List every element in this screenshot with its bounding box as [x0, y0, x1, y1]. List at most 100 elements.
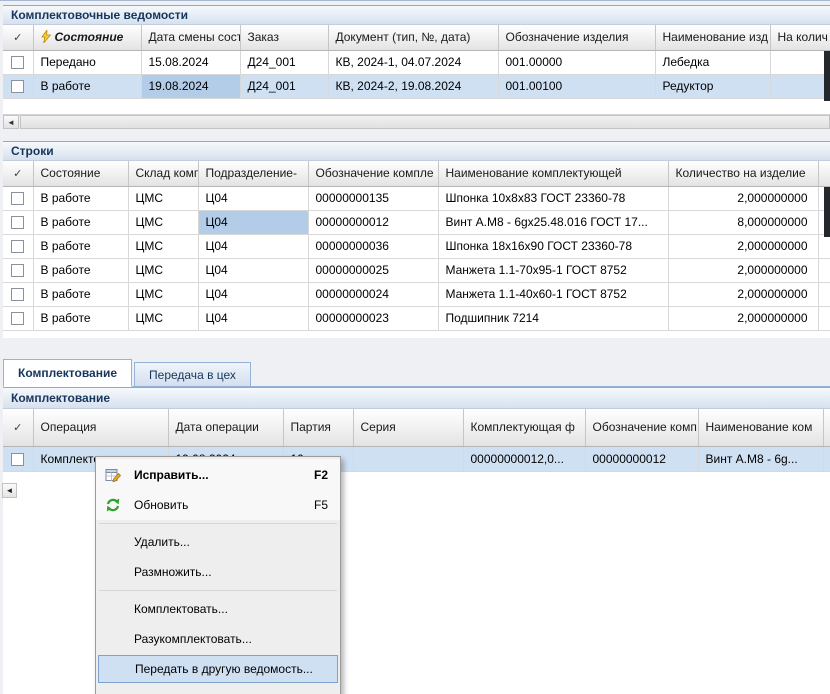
cell-name: Винт А.М8 - 6g... [698, 446, 823, 471]
col-extra[interactable] [818, 161, 830, 186]
cell-date-focused: 19.08.2024 [141, 74, 240, 98]
cell-qty: 2,000000000 [668, 282, 818, 306]
col-date[interactable]: Дата операции [168, 409, 283, 446]
col-code[interactable]: Обозначение комп [585, 409, 698, 446]
col-division[interactable]: Подразделение- [198, 161, 308, 186]
col-batch[interactable]: Партия [283, 409, 353, 446]
select-all-header[interactable]: ✓ [3, 161, 33, 186]
panel-picking-lists: Комплектовочные ведомости ✓ Состояние Да… [3, 5, 830, 129]
col-series[interactable]: Серия [353, 409, 463, 446]
table-row[interactable]: В работе ЦМС Ц04 00000000024 Манжета 1.1… [3, 282, 830, 306]
menu-item-label: Удалить... [134, 535, 190, 549]
col-operation[interactable]: Операция [33, 409, 168, 446]
menu-item-kit[interactable]: Комплектовать... [96, 594, 340, 624]
col-product-code[interactable]: Обозначение изделия [498, 25, 655, 50]
cell-product-name: Редуктор [655, 74, 770, 98]
row-checkbox[interactable] [11, 192, 24, 205]
col-order[interactable]: Заказ [240, 25, 328, 50]
row-checkbox[interactable] [11, 56, 24, 69]
cell-division: Ц04 [198, 306, 308, 330]
cell-extra [818, 258, 830, 282]
header-row: ✓ Операция Дата операции Партия Серия Ко… [3, 409, 830, 446]
select-all-header[interactable]: ✓ [3, 25, 33, 50]
cell-code: 00000000012 [585, 446, 698, 471]
cell-order: Д24_001 [240, 50, 328, 74]
cell-extra [818, 282, 830, 306]
cell-part: 00000000012,0... [463, 446, 585, 471]
cell-part-name: Манжета 1.1-70x95-1 ГОСТ 8752 [438, 258, 668, 282]
refresh-icon [105, 497, 121, 513]
col-state[interactable]: Состояние [33, 161, 128, 186]
table-row[interactable]: В работе ЦМС Ц04 00000000012 Винт А.М8 -… [3, 210, 830, 234]
menu-item-label: Исправить... [134, 468, 209, 482]
col-warehouse[interactable]: Склад комп [128, 161, 198, 186]
tab-peredacha-v-tseh[interactable]: Передача в цех [134, 362, 251, 386]
table-row[interactable]: В работе ЦМС Ц04 00000000023 Подшипник 7… [3, 306, 830, 330]
cell-division: Ц04 [198, 258, 308, 282]
table-row[interactable]: Передано 15.08.2024 Д24_001 КВ, 2024-1, … [3, 50, 830, 74]
cell-division: Ц04 [198, 282, 308, 306]
cell-qty: 2,000000000 [668, 258, 818, 282]
scrollbar-thumb[interactable] [20, 115, 830, 129]
panel-title: Комплектование [11, 391, 110, 405]
cell-part-code: 00000000025 [308, 258, 438, 282]
panel-lines-header: Строки [3, 141, 830, 161]
cell-state: В работе [33, 186, 128, 210]
cell-part-name: Подшипник 7214 [438, 306, 668, 330]
cell-state: В работе [33, 234, 128, 258]
col-document[interactable]: Документ (тип, №, дата) [328, 25, 498, 50]
cell-state: В работе [33, 258, 128, 282]
col-product-name[interactable]: Наименование изд [655, 25, 770, 50]
row-checkbox[interactable] [11, 80, 24, 93]
row-checkbox[interactable] [11, 453, 24, 466]
col-part-name[interactable]: Наименование комплектующей [438, 161, 668, 186]
col-qty[interactable]: К [823, 409, 830, 446]
col-state[interactable]: Состояние [33, 25, 141, 50]
row-checkbox[interactable] [11, 216, 24, 229]
menu-separator [99, 523, 337, 524]
cell-state: В работе [33, 74, 141, 98]
menu-item-edit[interactable]: Исправить... F2 [96, 459, 340, 490]
table-row[interactable]: В работе ЦМС Ц04 00000000036 Шпонка 18x1… [3, 234, 830, 258]
col-name[interactable]: Наименование ком [698, 409, 823, 446]
menu-item-transfer-to-other-list[interactable]: Передать в другую ведомость... [98, 655, 338, 683]
table-row[interactable]: В работе ЦМС Ц04 00000000135 Шпонка 10x8… [3, 186, 830, 210]
row-checkbox[interactable] [11, 264, 24, 277]
select-all-header[interactable]: ✓ [3, 409, 33, 446]
table-row[interactable]: В работе ЦМС Ц04 00000000025 Манжета 1.1… [3, 258, 830, 282]
cell-warehouse: ЦМС [128, 186, 198, 210]
vertical-scrollbar[interactable] [824, 187, 830, 237]
cell-series [353, 446, 463, 471]
panel-lines: Строки ✓ Состояние Склад комп Подразделе… [3, 141, 830, 338]
row-checkbox[interactable] [11, 240, 24, 253]
cell-warehouse: ЦМС [128, 234, 198, 258]
menu-item-label: Обновить [134, 498, 188, 512]
left-arrow-icon: ◄ [6, 486, 14, 495]
cell-qty: 2,000000000 [668, 186, 818, 210]
menu-item-duplicate[interactable]: Размножить... [96, 557, 340, 587]
scroll-left-button[interactable]: ◄ [2, 483, 17, 498]
menu-item-unkit[interactable]: Разукомплектовать... [96, 624, 340, 654]
menu-item-delete[interactable]: Удалить... [96, 527, 340, 557]
check-icon: ✓ [13, 168, 22, 180]
col-part-code[interactable]: Обозначение компле [308, 161, 438, 186]
table-row-selected[interactable]: В работе 19.08.2024 Д24_001 КВ, 2024-2, … [3, 74, 830, 98]
scroll-left-button[interactable]: ◄ [3, 115, 19, 129]
col-qty[interactable]: На колич [770, 25, 830, 50]
cell-part-code: 00000000135 [308, 186, 438, 210]
horizontal-scrollbar[interactable]: ◄ [3, 114, 830, 129]
picking-lists-table: ✓ Состояние Дата смены сост Заказ Докуме… [3, 25, 830, 99]
col-qty[interactable]: Количество на изделие [668, 161, 818, 186]
col-date[interactable]: Дата смены сост [141, 25, 240, 50]
panel-kitting-header: Комплектование [3, 387, 830, 409]
menu-item-shortcut: F5 [314, 498, 328, 512]
left-arrow-icon: ◄ [7, 118, 15, 127]
menu-item-refresh[interactable]: Обновить F5 [96, 490, 340, 520]
col-part[interactable]: Комплектующая ф [463, 409, 585, 446]
cell-part-code: 00000000024 [308, 282, 438, 306]
row-checkbox[interactable] [11, 288, 24, 301]
cell-warehouse: ЦМС [128, 306, 198, 330]
vertical-scrollbar[interactable] [824, 51, 830, 101]
tab-komplektovanie[interactable]: Комплектование [3, 359, 132, 387]
row-checkbox[interactable] [11, 312, 24, 325]
